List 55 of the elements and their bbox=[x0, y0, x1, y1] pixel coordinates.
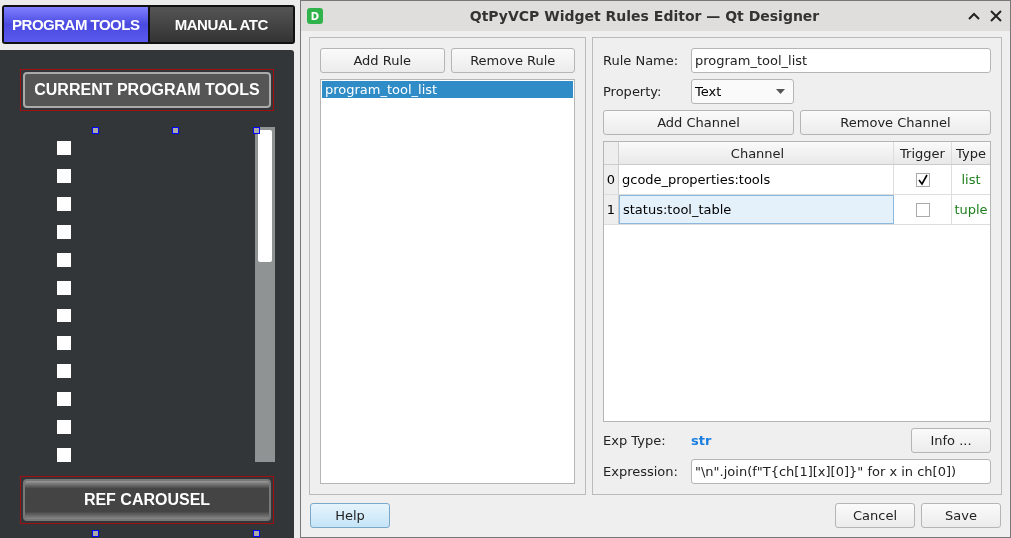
checkbox[interactable] bbox=[57, 196, 71, 211]
rule-button[interactable]: Add Rule bbox=[320, 48, 445, 73]
checkbox[interactable] bbox=[57, 336, 71, 351]
rule-button[interactable]: Remove Rule bbox=[450, 48, 575, 73]
help-button[interactable]: Help bbox=[310, 503, 390, 528]
checkbox[interactable] bbox=[57, 364, 71, 379]
checkbox[interactable] bbox=[57, 168, 71, 183]
channel-button[interactable]: Add Channel bbox=[603, 110, 794, 135]
field-label: Exp Type: bbox=[603, 433, 667, 448]
field-label: Expression: bbox=[603, 464, 679, 479]
checkbox[interactable] bbox=[57, 308, 71, 323]
check-icon bbox=[916, 173, 929, 186]
ref-carousel-button[interactable]: REF CAROUSEL bbox=[23, 479, 271, 521]
cancel-button[interactable]: Cancel bbox=[835, 503, 915, 528]
resize-handle[interactable] bbox=[92, 530, 99, 537]
checkbox[interactable] bbox=[57, 420, 71, 435]
checkbox[interactable] bbox=[57, 392, 71, 407]
resize-handle[interactable] bbox=[172, 127, 179, 134]
channel-button[interactable]: Remove Channel bbox=[800, 110, 991, 135]
table-cell-text: list bbox=[960, 171, 982, 189]
column-header[interactable]: Trigger bbox=[894, 142, 952, 164]
scrollbar[interactable] bbox=[255, 127, 275, 462]
checkbox[interactable] bbox=[57, 224, 71, 239]
resize-handle[interactable] bbox=[92, 127, 99, 134]
expression-field[interactable]: "\n".join(f"T{ch[1][x][0]}" for x in ch[0]) bbox=[691, 459, 991, 484]
property-dropdown[interactable]: Text bbox=[691, 79, 794, 104]
row-number: 1 bbox=[604, 195, 619, 224]
table-cell[interactable]: gcode_properties:tools bbox=[619, 165, 894, 194]
window-title: QtPyVCP Widget Rules Editor — Qt Designer bbox=[468, 8, 821, 24]
tab[interactable]: MANUAL ATC bbox=[149, 7, 293, 42]
close-button[interactable] bbox=[988, 8, 1004, 24]
save-button[interactable]: Save bbox=[921, 503, 1001, 528]
trigger-checkbox[interactable] bbox=[915, 202, 930, 217]
tab[interactable]: PROGRAM TOOLS bbox=[4, 7, 150, 42]
resize-handle[interactable] bbox=[253, 530, 260, 537]
row-number: 0 bbox=[604, 165, 619, 194]
rule-item[interactable]: program_tool_list bbox=[322, 81, 573, 98]
checkbox[interactable] bbox=[57, 141, 71, 155]
checkbox[interactable] bbox=[57, 280, 71, 295]
checkbox[interactable] bbox=[57, 252, 71, 267]
resize-handle[interactable] bbox=[253, 127, 260, 134]
trigger-checkbox[interactable] bbox=[915, 172, 930, 187]
exp-type-value: str bbox=[691, 433, 713, 448]
dropdown-arrow-icon bbox=[776, 89, 785, 94]
field-label: Property: bbox=[603, 84, 663, 99]
column-header[interactable]: Channel bbox=[619, 142, 894, 164]
field-label: Rule Name: bbox=[603, 53, 680, 68]
info-button[interactable]: Info ... bbox=[911, 428, 991, 453]
app-icon: D bbox=[307, 8, 323, 24]
rule-name-field[interactable]: program_tool_list bbox=[691, 48, 991, 73]
column-header[interactable]: Type bbox=[952, 142, 990, 164]
current-program-tools-button[interactable]: CURRENT PROGRAM TOOLS bbox=[23, 72, 271, 108]
table-cell[interactable]: status:tool_table bbox=[619, 195, 894, 224]
checkbox[interactable] bbox=[57, 448, 71, 463]
table-cell-text: tuple bbox=[953, 201, 989, 219]
